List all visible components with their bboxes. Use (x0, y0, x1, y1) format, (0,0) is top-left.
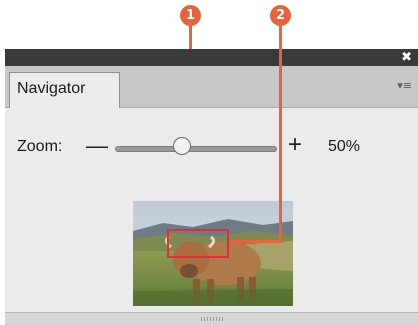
tab-navigator-label: Navigator (17, 80, 86, 97)
zoom-out-button[interactable]: — (86, 133, 108, 159)
panel-resize-bar[interactable] (5, 312, 418, 325)
navigator-thumbnail[interactable] (133, 201, 293, 306)
panel-menu-icon[interactable]: ▾≡ (397, 79, 412, 92)
navigator-content: Zoom: — + 50% (5, 108, 418, 312)
zoom-label: Zoom: (17, 138, 63, 155)
callout-2-badge: 2 (270, 5, 291, 26)
tab-navigator[interactable]: Navigator (9, 72, 120, 108)
navigator-panel: ✖ Navigator ▾≡ Zoom: — + 50% (5, 49, 418, 325)
callout-1-badge: 1 (180, 5, 201, 26)
zoom-slider-handle[interactable] (173, 137, 191, 155)
view-rectangle[interactable] (167, 229, 229, 258)
callout-2-leader-horizontal (231, 240, 282, 243)
resize-grip-icon[interactable] (201, 317, 223, 321)
zoom-in-button[interactable]: + (288, 131, 302, 159)
panel-titlebar: ✖ (5, 49, 418, 66)
tab-strip: Navigator ▾≡ (5, 66, 418, 108)
zoom-slider-track[interactable] (115, 146, 277, 152)
close-icon[interactable]: ✖ (401, 49, 412, 66)
zoom-value: 50% (328, 138, 361, 155)
callout-2-leader-vertical (279, 26, 282, 242)
